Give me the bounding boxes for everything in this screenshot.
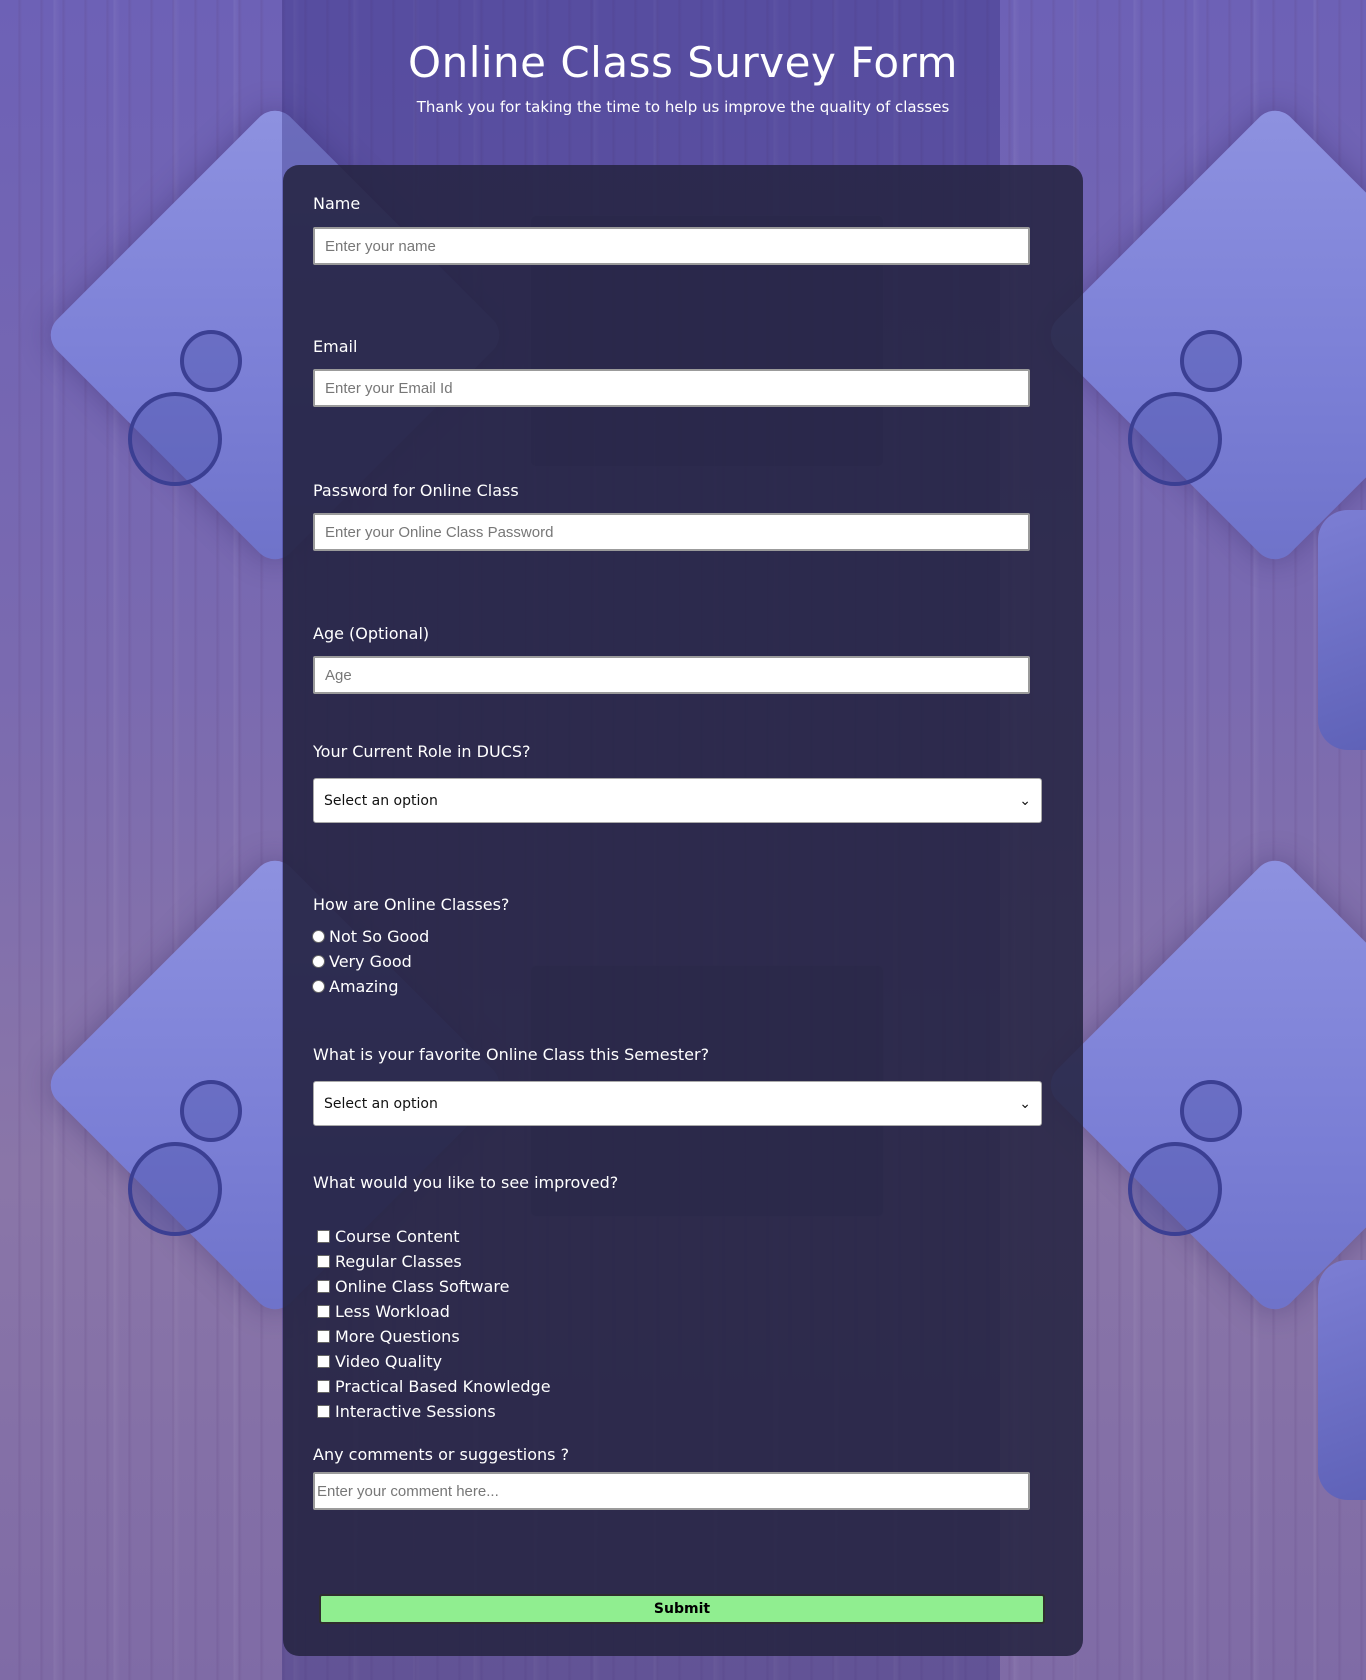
radio-button[interactable] — [312, 929, 325, 943]
rating-option-label: Not So Good — [329, 926, 430, 946]
page-title: Online Class Survey Form — [408, 38, 958, 87]
improve-option[interactable]: Online Class Software — [312, 1275, 509, 1297]
improve-option-label: Less Workload — [335, 1301, 450, 1321]
checkbox[interactable] — [317, 1404, 330, 1418]
submit-button[interactable]: Submit — [319, 1594, 1045, 1624]
improve-option-label: Video Quality — [335, 1351, 443, 1371]
improve-option[interactable]: Course Content — [312, 1225, 460, 1247]
password-input[interactable] — [313, 513, 1030, 551]
checkbox[interactable] — [317, 1254, 330, 1268]
checkbox[interactable] — [317, 1279, 330, 1293]
jacket-decoration — [1318, 1260, 1366, 1500]
rating-option-amazing[interactable]: Amazing — [312, 975, 398, 997]
sticker-decoration — [1180, 1080, 1242, 1142]
comments-input[interactable] — [313, 1472, 1030, 1510]
age-label: Age (Optional) — [313, 624, 430, 643]
chevron-down-icon: ⌄ — [1019, 1095, 1031, 1112]
checkbox[interactable] — [317, 1379, 330, 1393]
improve-option[interactable]: Regular Classes — [312, 1250, 462, 1272]
rating-option-label: Very Good — [329, 951, 412, 971]
improve-option-label: Interactive Sessions — [335, 1401, 496, 1421]
sticker-decoration — [1128, 1142, 1222, 1236]
radio-button[interactable] — [312, 954, 325, 968]
checkbox[interactable] — [317, 1304, 330, 1318]
sticker-decoration — [128, 392, 222, 486]
email-input[interactable] — [313, 369, 1030, 407]
rating-option-very-good[interactable]: Very Good — [312, 950, 412, 972]
sticker-decoration — [180, 1080, 242, 1142]
chevron-down-icon: ⌄ — [1019, 792, 1031, 809]
name-label: Name — [313, 194, 361, 213]
improve-option[interactable]: More Questions — [312, 1325, 460, 1347]
improve-option-label: More Questions — [335, 1326, 460, 1346]
jacket-decoration — [1318, 510, 1366, 750]
improve-option-label: Online Class Software — [335, 1276, 510, 1296]
role-select-value: Select an option — [324, 792, 438, 809]
favorite-label: What is your favorite Online Class this … — [313, 1045, 710, 1064]
age-input[interactable] — [313, 656, 1030, 694]
improve-option-label: Course Content — [335, 1226, 460, 1246]
role-label: Your Current Role in DUCS? — [313, 742, 531, 761]
page-subtitle: Thank you for taking the time to help us… — [416, 98, 950, 116]
role-select[interactable]: Select an option ⌄ — [313, 778, 1042, 823]
improve-option[interactable]: Interactive Sessions — [312, 1400, 496, 1422]
email-label: Email — [313, 337, 358, 356]
name-input[interactable] — [313, 227, 1030, 265]
sticker-decoration — [180, 330, 242, 392]
improve-option-label: Regular Classes — [335, 1251, 462, 1271]
rating-label: How are Online Classes? — [313, 895, 510, 914]
sticker-decoration — [1128, 392, 1222, 486]
improve-option-label: Practical Based Knowledge — [335, 1376, 551, 1396]
rating-option-not-so-good[interactable]: Not So Good — [312, 925, 429, 947]
improve-label: What would you like to see improved? — [313, 1173, 619, 1192]
improve-option[interactable]: Less Workload — [312, 1300, 450, 1322]
radio-button[interactable] — [312, 979, 325, 993]
comments-label: Any comments or suggestions ? — [313, 1445, 570, 1464]
favorite-select[interactable]: Select an option ⌄ — [313, 1081, 1042, 1126]
checkbox[interactable] — [317, 1354, 330, 1368]
password-label: Password for Online Class — [313, 481, 519, 500]
checkbox[interactable] — [317, 1329, 330, 1343]
rating-option-label: Amazing — [329, 976, 399, 996]
favorite-select-value: Select an option — [324, 1095, 438, 1112]
improve-option[interactable]: Practical Based Knowledge — [312, 1375, 551, 1397]
sticker-decoration — [1180, 330, 1242, 392]
improve-option[interactable]: Video Quality — [312, 1350, 442, 1372]
checkbox[interactable] — [317, 1229, 330, 1243]
sticker-decoration — [128, 1142, 222, 1236]
